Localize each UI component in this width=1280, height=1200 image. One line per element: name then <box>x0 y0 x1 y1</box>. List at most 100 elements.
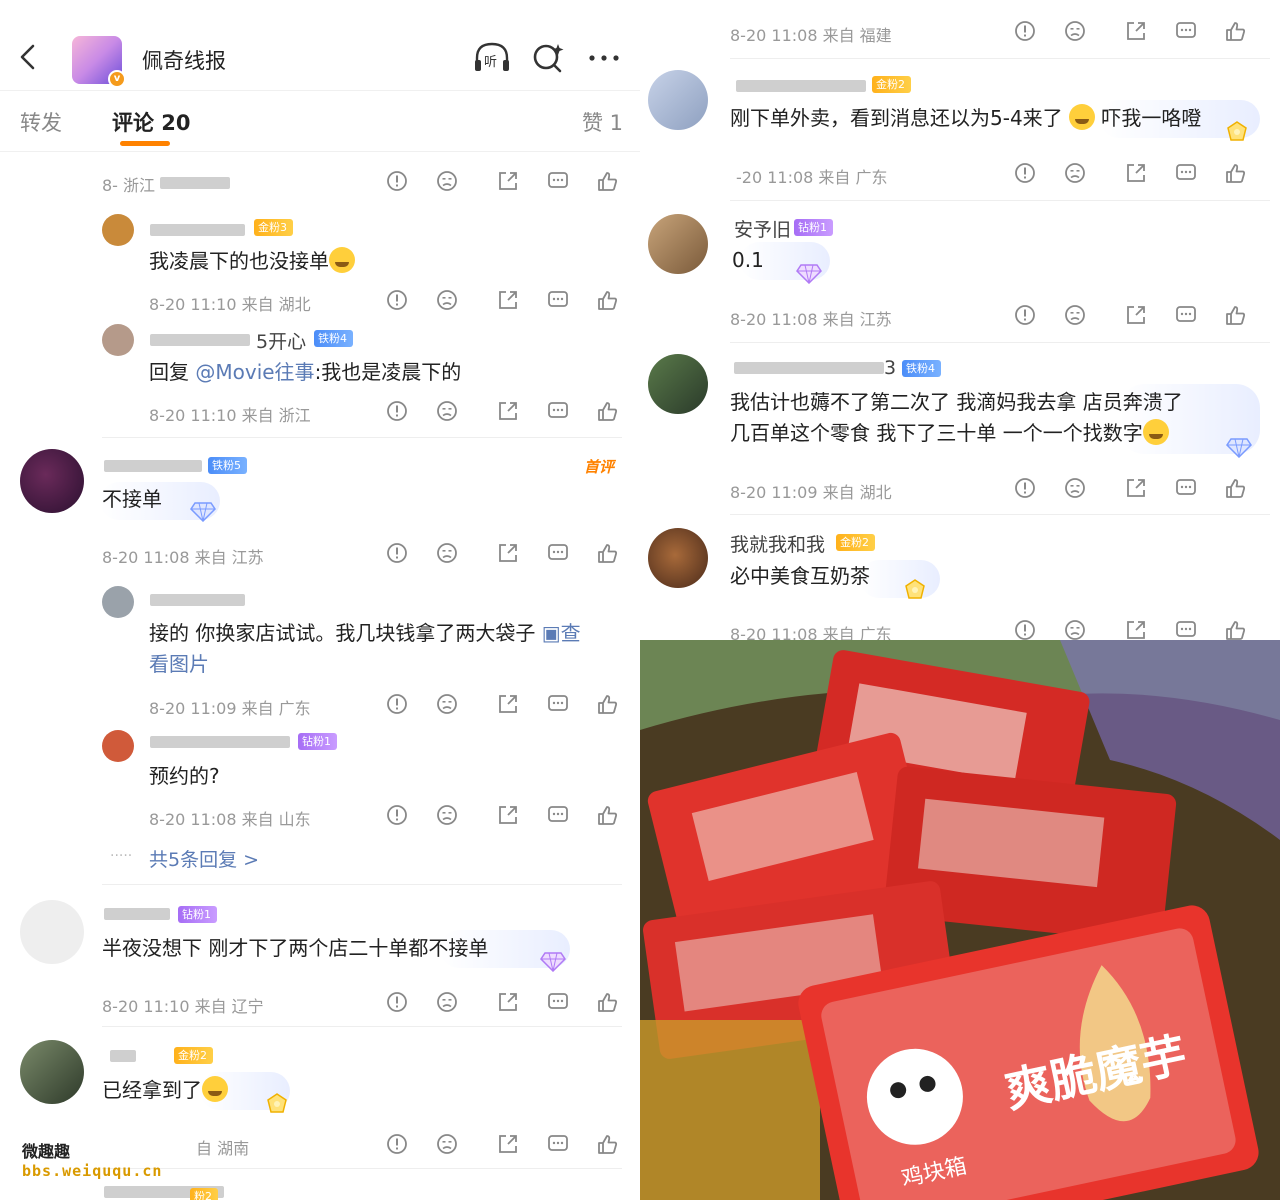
share-icon[interactable] <box>497 1133 519 1155</box>
share-icon[interactable] <box>1125 162 1147 184</box>
username[interactable]: 5开心 <box>256 327 306 354</box>
comment-actions <box>1014 162 1254 188</box>
report-icon[interactable] <box>386 991 408 1013</box>
avatar[interactable] <box>648 70 708 130</box>
report-icon[interactable] <box>1014 619 1036 640</box>
report-icon[interactable] <box>1014 304 1036 326</box>
reply-icon[interactable] <box>1175 20 1197 42</box>
divider <box>730 514 1270 515</box>
report-icon[interactable] <box>1014 162 1036 184</box>
avatar[interactable] <box>102 214 134 246</box>
reply-icon[interactable] <box>1175 477 1197 499</box>
like-icon[interactable] <box>596 693 618 715</box>
dislike-icon[interactable] <box>436 170 458 192</box>
back-arrow-icon[interactable] <box>14 42 44 72</box>
reply-icon[interactable] <box>1175 162 1197 184</box>
dislike-icon[interactable] <box>436 289 458 311</box>
like-icon[interactable] <box>1224 20 1246 42</box>
reply-icon[interactable] <box>547 693 569 715</box>
comment-actions <box>386 693 626 719</box>
like-icon[interactable] <box>596 542 618 564</box>
avatar[interactable] <box>20 900 84 964</box>
tab-likes[interactable]: 赞 1 <box>582 107 623 137</box>
reply-icon[interactable] <box>547 542 569 564</box>
listen-headphone-icon[interactable]: 听 <box>472 40 512 76</box>
report-icon[interactable] <box>386 804 408 826</box>
like-icon[interactable] <box>596 289 618 311</box>
report-icon[interactable] <box>386 289 408 311</box>
mention-link[interactable]: @Movie往事 <box>195 360 314 384</box>
reply-icon[interactable] <box>547 804 569 826</box>
avatar[interactable] <box>20 1040 84 1104</box>
like-icon[interactable] <box>596 400 618 422</box>
dislike-icon[interactable] <box>1064 619 1086 640</box>
comment-tabs: 转发 评论 20 赞 1 <box>0 90 640 152</box>
reply-icon[interactable] <box>547 1133 569 1155</box>
dislike-icon[interactable] <box>436 400 458 422</box>
blurred-username <box>150 334 250 346</box>
more-options-icon[interactable] <box>584 40 624 76</box>
dislike-icon[interactable] <box>436 804 458 826</box>
search-icon[interactable] <box>528 40 568 76</box>
share-icon[interactable] <box>497 804 519 826</box>
tab-comments[interactable]: 评论 20 <box>112 107 191 137</box>
like-icon[interactable] <box>596 1133 618 1155</box>
avatar[interactable] <box>648 354 708 414</box>
view-image-link[interactable]: ▣查 <box>542 621 581 645</box>
share-icon[interactable] <box>1125 20 1147 42</box>
dislike-icon[interactable] <box>436 542 458 564</box>
blurred-username <box>734 362 884 374</box>
username[interactable]: 3 <box>884 357 896 379</box>
account-avatar[interactable]: v <box>72 36 126 88</box>
like-icon[interactable] <box>596 991 618 1013</box>
like-icon[interactable] <box>1224 162 1246 184</box>
reply-icon[interactable] <box>547 170 569 192</box>
share-icon[interactable] <box>1125 619 1147 640</box>
like-icon[interactable] <box>1224 304 1246 326</box>
avatar[interactable] <box>102 324 134 356</box>
like-icon[interactable] <box>596 170 618 192</box>
view-all-replies-link[interactable]: 共5条回复 > <box>149 845 259 872</box>
username[interactable]: 我就我和我 <box>730 530 825 557</box>
report-icon[interactable] <box>1014 477 1036 499</box>
report-icon[interactable] <box>386 542 408 564</box>
share-icon[interactable] <box>497 289 519 311</box>
avatar[interactable] <box>20 449 84 513</box>
avatar[interactable] <box>648 528 708 588</box>
avatar[interactable] <box>102 730 134 762</box>
report-icon[interactable] <box>386 1133 408 1155</box>
reply-icon[interactable] <box>1175 619 1197 640</box>
reply-icon[interactable] <box>547 289 569 311</box>
username[interactable]: 安予旧 <box>734 215 791 242</box>
share-icon[interactable] <box>1125 477 1147 499</box>
report-icon[interactable] <box>1014 20 1036 42</box>
share-icon[interactable] <box>497 542 519 564</box>
dislike-icon[interactable] <box>436 693 458 715</box>
like-icon[interactable] <box>596 804 618 826</box>
report-icon[interactable] <box>386 170 408 192</box>
tab-repost[interactable]: 转发 <box>20 107 62 137</box>
share-icon[interactable] <box>497 693 519 715</box>
dislike-icon[interactable] <box>1064 20 1086 42</box>
report-icon[interactable] <box>386 693 408 715</box>
account-name[interactable]: 佩奇线报 <box>142 45 226 75</box>
share-icon[interactable] <box>497 991 519 1013</box>
shocked-emoji-icon <box>202 1076 228 1102</box>
like-icon[interactable] <box>1224 477 1246 499</box>
dislike-icon[interactable] <box>436 991 458 1013</box>
dislike-icon[interactable] <box>436 1133 458 1155</box>
reply-icon[interactable] <box>547 400 569 422</box>
reply-icon[interactable] <box>1175 304 1197 326</box>
reply-icon[interactable] <box>547 991 569 1013</box>
dislike-icon[interactable] <box>1064 477 1086 499</box>
share-icon[interactable] <box>1125 304 1147 326</box>
share-icon[interactable] <box>497 400 519 422</box>
view-image-link[interactable]: 看图片 <box>149 649 209 680</box>
dislike-icon[interactable] <box>1064 304 1086 326</box>
like-icon[interactable] <box>1224 619 1246 640</box>
report-icon[interactable] <box>386 400 408 422</box>
avatar[interactable] <box>648 214 708 274</box>
avatar[interactable] <box>102 586 134 618</box>
dislike-icon[interactable] <box>1064 162 1086 184</box>
share-icon[interactable] <box>497 170 519 192</box>
